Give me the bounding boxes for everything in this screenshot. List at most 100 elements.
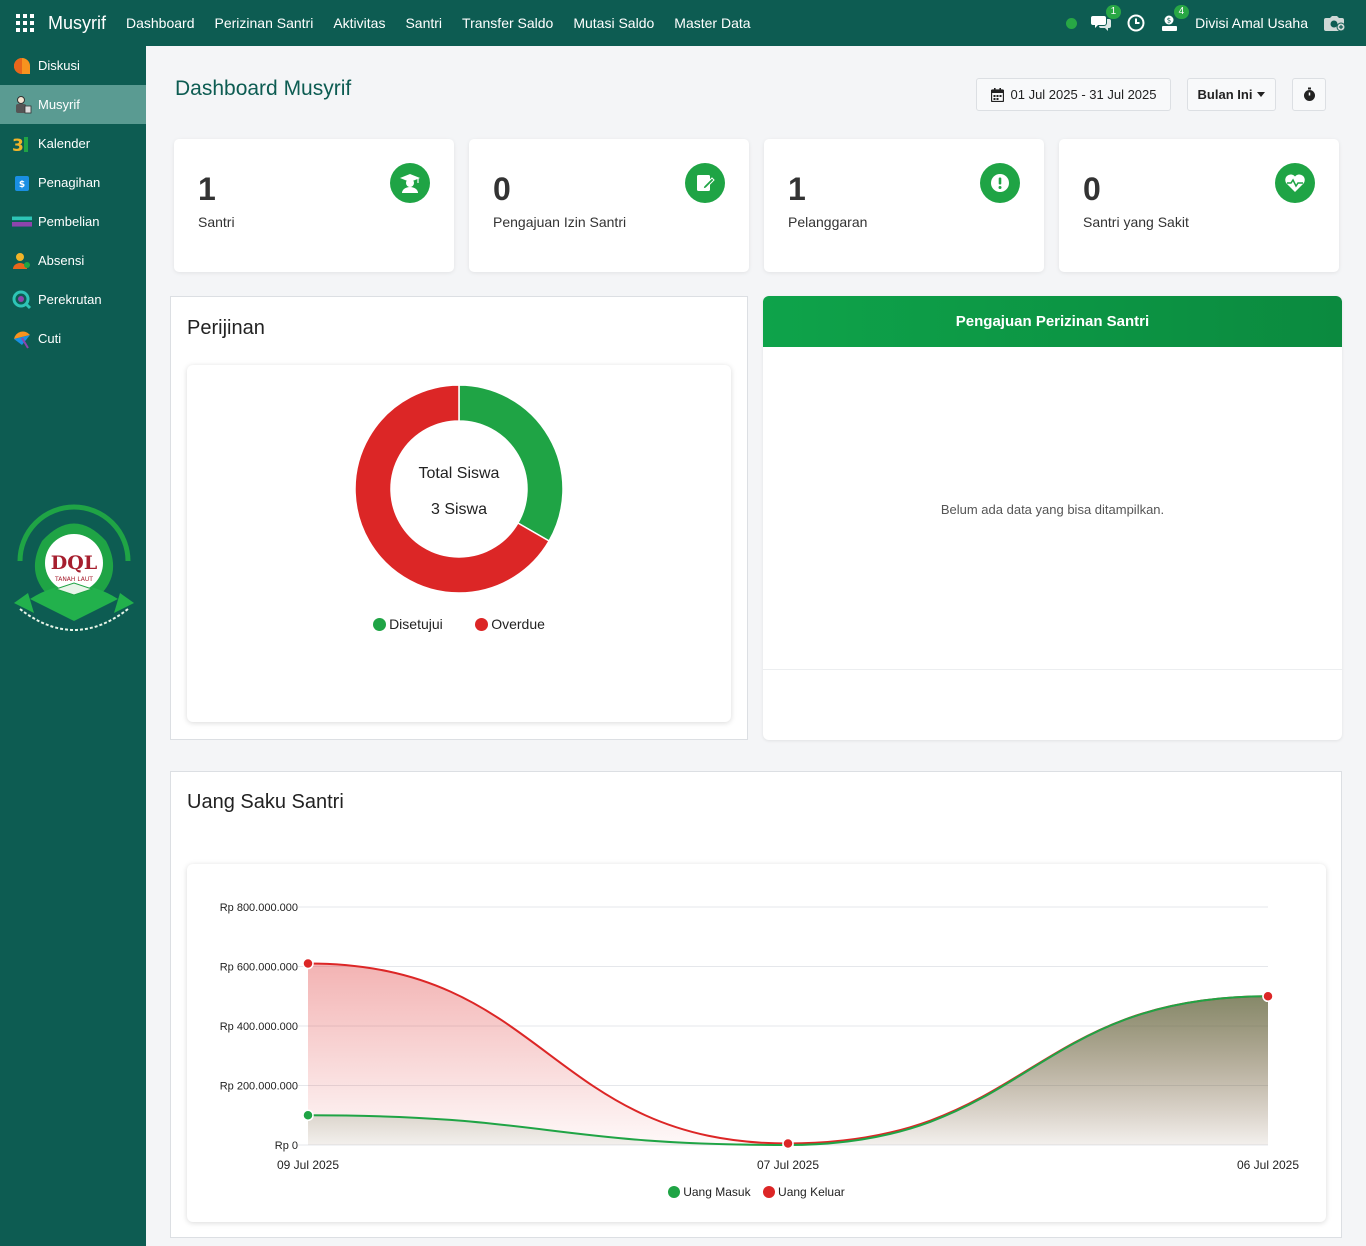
perijinan-panel: Perijinan Total Siswa 3 Siswa Disetujui … (170, 296, 748, 740)
perijinan-chart-card: Total Siswa 3 Siswa Disetujui Overdue (187, 365, 731, 722)
legend-dot (668, 1186, 681, 1198)
calendar-icon (990, 87, 1004, 102)
date-range-button[interactable]: 01 Jul 2025 - 31 Jul 2025 (976, 78, 1171, 111)
chat-button[interactable]: 1 (1091, 5, 1122, 32)
data-point[interactable] (302, 1109, 314, 1121)
top-navbar: Musyrif Dashboard Perizinan Santri Aktiv… (0, 0, 1366, 46)
edit-document-icon (685, 163, 725, 203)
stat-label: Pengajuan Izin Santri (493, 214, 627, 230)
menu-master-data[interactable]: Master Data (664, 15, 760, 31)
sidebar-item-perekrutan[interactable]: Perekrutan (0, 280, 146, 319)
period-dropdown[interactable]: Bulan Ini (1187, 78, 1276, 111)
perijinan-donut-chart: Total Siswa 3 Siswa (354, 384, 564, 594)
stat-card-pengajuan-izin[interactable]: 0 Pengajuan Izin Santri (469, 139, 749, 272)
legend-dot (373, 617, 387, 631)
discuss-icon (12, 56, 32, 76)
menu-santri[interactable]: Santri (395, 15, 452, 31)
panel-divider (763, 669, 1342, 670)
app-brand[interactable]: Musyrif (48, 13, 106, 34)
recruitment-icon (12, 290, 32, 310)
legend-label: Overdue (491, 616, 545, 632)
logo-subtitle: TANAH LAUT (54, 576, 93, 583)
activity-button[interactable]: $ 4 (1161, 5, 1190, 32)
legend-disetujui[interactable]: Disetujui (373, 616, 443, 632)
stat-value: 0 (493, 171, 511, 207)
sidebar-item-label: Penagihan (38, 175, 101, 190)
sidebar-item-diskusi[interactable]: Diskusi (0, 46, 146, 85)
calendar-icon: 3 (12, 134, 32, 154)
donut-center-title: Total Siswa (419, 465, 500, 482)
apps-grid-icon[interactable] (16, 14, 34, 32)
menu-transfer-saldo[interactable]: Transfer Saldo (452, 15, 563, 31)
sidebar-item-label: Cuti (38, 331, 62, 346)
caret-down-icon (1257, 92, 1266, 97)
data-point[interactable] (782, 1137, 794, 1150)
uang-saku-area-chart: Rp 0 Rp 200.000.000 Rp 400.000.000 Rp 600.0… (220, 902, 1300, 1172)
sidebar-item-pembelian[interactable]: Pembelian (0, 202, 146, 241)
y-tick-label: Rp 800.000.000 (220, 902, 298, 914)
sidebar-item-label: Musyrif (38, 97, 80, 112)
legend-uang-masuk[interactable]: Uang Masuk (668, 1185, 751, 1199)
stat-card-santri[interactable]: 1 Santri (174, 139, 454, 272)
x-tick-label: 07 Jul 2025 (757, 1158, 819, 1172)
sidebar-item-label: Pembelian (38, 214, 100, 229)
dql-logo: DQL TANAH LAUT (14, 504, 134, 631)
sidebar-item-musyrif[interactable]: Musyrif (0, 85, 146, 124)
stat-card-santri-sakit[interactable]: 0 Santri yang Sakit (1059, 139, 1339, 272)
activity-badge: 4 (1173, 5, 1190, 19)
legend-uang-keluar[interactable]: Uang Keluar (763, 1185, 845, 1199)
menu-dashboard[interactable]: Dashboard (116, 15, 205, 31)
svg-text:$: $ (1167, 17, 1171, 25)
pengajuan-panel: Pengajuan Perizinan Santri Belum ada dat… (763, 296, 1342, 740)
stat-value: 0 (1083, 171, 1101, 207)
area-legend: Uang Masuk Uang Keluar (187, 1185, 1326, 1203)
svg-text:3: 3 (12, 136, 24, 153)
user-menu[interactable]: Divisi Amal Usaha (1195, 15, 1308, 31)
stat-value: 1 (198, 171, 216, 207)
svg-text:$: $ (19, 180, 25, 190)
logo-title: DQL (51, 552, 97, 574)
stat-label: Pelanggaran (788, 214, 868, 230)
data-point[interactable] (1262, 990, 1274, 1002)
sidebar-item-absensi[interactable]: Absensi (0, 241, 146, 280)
legend-label: Uang Keluar (778, 1185, 845, 1199)
page-title: Dashboard Musyrif (175, 77, 352, 100)
donut-center-value: 3 Siswa (431, 501, 487, 518)
legend-dot (475, 617, 489, 631)
stat-value: 1 (788, 171, 806, 207)
stat-label: Santri yang Sakit (1083, 214, 1189, 230)
y-tick-label: Rp 0 (275, 1140, 298, 1152)
stat-label: Santri (198, 214, 235, 230)
menu-aktivitas[interactable]: Aktivitas (323, 15, 395, 31)
stopwatch-icon (1303, 87, 1315, 101)
x-tick-label: 06 Jul 2025 (1237, 1158, 1299, 1172)
camera-icon (1324, 16, 1346, 32)
stopwatch-button[interactable] (1292, 78, 1326, 111)
invoice-icon: $ (12, 173, 32, 193)
alert-icon (980, 163, 1020, 203)
sidebar: Diskusi Musyrif 3 Kalender $ Penagihan P… (0, 46, 146, 1246)
attendance-icon (12, 251, 32, 271)
sidebar-item-kalender[interactable]: 3 Kalender (0, 124, 146, 163)
legend-label: Uang Masuk (683, 1185, 751, 1199)
legend-dot (763, 1186, 776, 1198)
graduate-icon (390, 163, 430, 203)
legend-overdue[interactable]: Overdue (475, 616, 545, 632)
sidebar-item-label: Diskusi (38, 58, 80, 73)
sidebar-item-penagihan[interactable]: $ Penagihan (0, 163, 146, 202)
menu-perizinan-santri[interactable]: Perizinan Santri (205, 15, 324, 31)
sidebar-item-cuti[interactable]: Cuti (0, 319, 146, 358)
period-label: Bulan Ini (1197, 87, 1253, 102)
stat-card-pelanggaran[interactable]: 1 Pelanggaran (764, 139, 1044, 272)
data-point[interactable] (302, 957, 314, 970)
uang-saku-panel: Uang Saku Santri Rp 0 Rp 200.000.000 Rp 40… (170, 771, 1342, 1238)
online-status-icon (1066, 17, 1078, 29)
sidebar-item-label: Kalender (38, 136, 91, 151)
purchase-icon (12, 212, 32, 232)
clock-button[interactable] (1127, 14, 1145, 32)
musyrif-icon (12, 95, 32, 115)
menu-mutasi-saldo[interactable]: Mutasi Saldo (563, 15, 664, 31)
company-switch-button[interactable] (1324, 14, 1346, 32)
pengajuan-header: Pengajuan Perizinan Santri (763, 296, 1342, 347)
sidebar-item-label: Perekrutan (38, 292, 102, 307)
